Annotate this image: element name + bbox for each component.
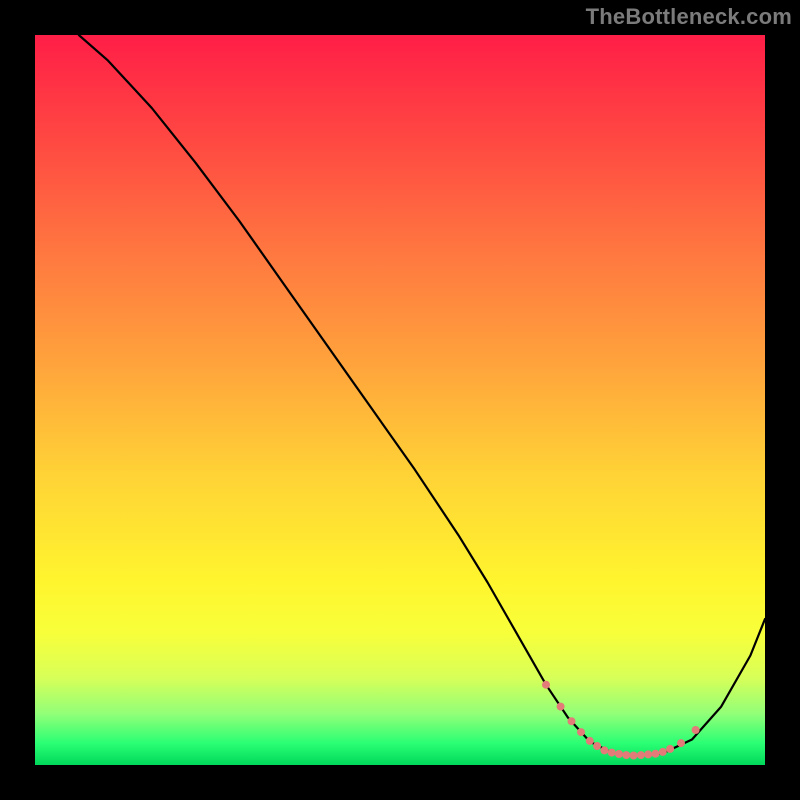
optimal-marker (666, 745, 674, 753)
optimal-marker (615, 750, 623, 758)
optimal-marker (644, 750, 652, 758)
optimal-marker (557, 703, 565, 711)
chart-svg (35, 35, 765, 765)
chart-plot-area (35, 35, 765, 765)
watermark-label: TheBottleneck.com (586, 4, 792, 30)
bottleneck-curve-path (79, 35, 765, 756)
optimal-marker (600, 746, 608, 754)
optimal-marker (637, 751, 645, 759)
optimal-marker (622, 751, 630, 759)
optimal-marker (542, 681, 550, 689)
optimal-marker (652, 750, 660, 758)
optimal-marker (593, 742, 601, 750)
optimal-marker (586, 737, 594, 745)
optimal-marker (630, 752, 638, 760)
optimal-marker (692, 726, 700, 734)
optimal-marker (608, 749, 616, 757)
optimal-marker (568, 717, 576, 725)
optimal-marker (577, 728, 585, 736)
optimal-marker (659, 748, 667, 756)
optimal-marker (677, 739, 685, 747)
chart-frame: TheBottleneck.com (0, 0, 800, 800)
